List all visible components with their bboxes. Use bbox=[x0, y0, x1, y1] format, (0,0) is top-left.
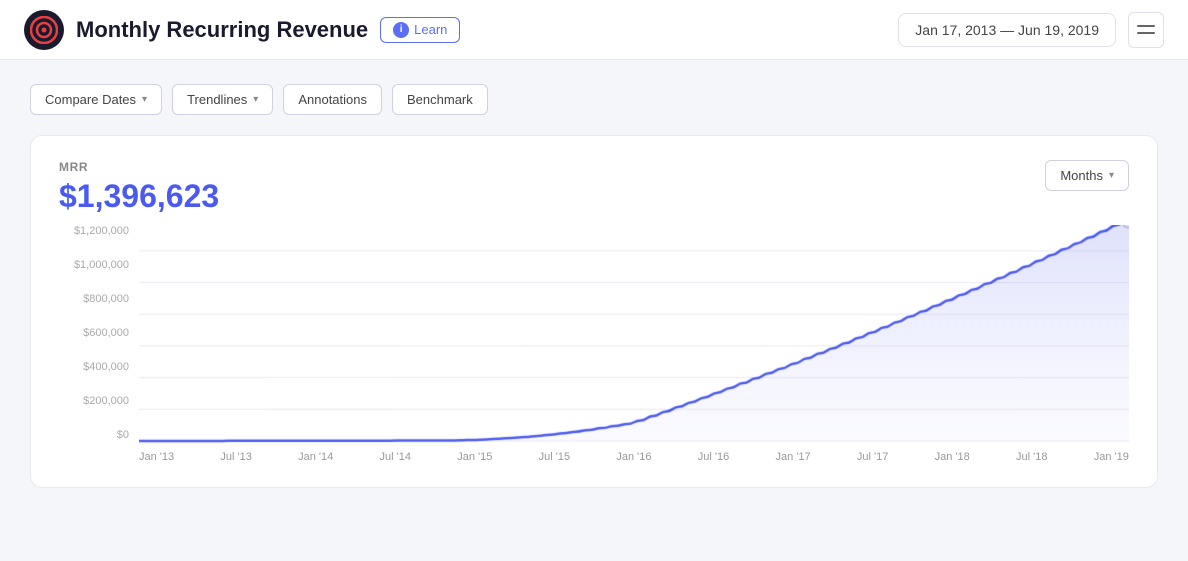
x-label-3: Jul '14 bbox=[380, 451, 411, 463]
trendlines-label: Trendlines bbox=[187, 92, 247, 107]
y-label-6: $0 bbox=[59, 429, 129, 441]
logo bbox=[24, 10, 64, 50]
header-right: Jan 17, 2013 — Jun 19, 2019 bbox=[898, 12, 1164, 48]
y-label-4: $400,000 bbox=[59, 361, 129, 373]
chart-card: MRR $1,396,623 Months ▾ $1,200,000 $1,00… bbox=[30, 135, 1158, 488]
page-title: Monthly Recurring Revenue bbox=[76, 17, 368, 43]
y-label-0: $1,200,000 bbox=[59, 225, 129, 237]
chart-header: MRR $1,396,623 Months ▾ bbox=[59, 160, 1129, 215]
x-label-10: Jan '18 bbox=[935, 451, 970, 463]
chevron-down-icon-2: ▾ bbox=[253, 94, 258, 105]
info-icon: i bbox=[393, 22, 409, 38]
x-label-11: Jul '18 bbox=[1016, 451, 1047, 463]
x-label-12: Jan '19 bbox=[1094, 451, 1129, 463]
granularity-label: Months bbox=[1060, 168, 1103, 183]
toolbar: Compare Dates ▾ Trendlines ▾ Annotations… bbox=[30, 84, 1158, 115]
learn-label: Learn bbox=[414, 22, 447, 37]
header-left: Monthly Recurring Revenue i Learn bbox=[24, 10, 460, 50]
granularity-select[interactable]: Months ▾ bbox=[1045, 160, 1129, 191]
benchmark-label: Benchmark bbox=[407, 92, 473, 107]
y-label-2: $800,000 bbox=[59, 293, 129, 305]
x-label-6: Jan '16 bbox=[616, 451, 651, 463]
compare-dates-button[interactable]: Compare Dates ▾ bbox=[30, 84, 162, 115]
menu-button[interactable] bbox=[1128, 12, 1164, 48]
x-label-5: Jul '15 bbox=[539, 451, 570, 463]
trendlines-button[interactable]: Trendlines ▾ bbox=[172, 84, 273, 115]
date-range[interactable]: Jan 17, 2013 — Jun 19, 2019 bbox=[898, 13, 1116, 47]
y-label-3: $600,000 bbox=[59, 327, 129, 339]
y-axis: $1,200,000 $1,000,000 $800,000 $600,000 … bbox=[59, 225, 139, 445]
x-label-8: Jan '17 bbox=[776, 451, 811, 463]
main-content: Compare Dates ▾ Trendlines ▾ Annotations… bbox=[0, 60, 1188, 512]
x-label-4: Jan '15 bbox=[457, 451, 492, 463]
learn-button[interactable]: i Learn bbox=[380, 17, 460, 43]
compare-dates-label: Compare Dates bbox=[45, 92, 136, 107]
chevron-down-icon-3: ▾ bbox=[1109, 170, 1114, 181]
mrr-chart bbox=[139, 225, 1129, 445]
y-label-1: $1,000,000 bbox=[59, 259, 129, 271]
x-axis: Jan '13 Jul '13 Jan '14 Jul '14 Jan '15 … bbox=[139, 451, 1129, 463]
chart-canvas-container bbox=[139, 225, 1129, 445]
metric-value: $1,396,623 bbox=[59, 178, 219, 215]
x-label-1: Jul '13 bbox=[220, 451, 251, 463]
benchmark-button[interactable]: Benchmark bbox=[392, 84, 488, 115]
x-label-9: Jul '17 bbox=[857, 451, 888, 463]
annotations-label: Annotations bbox=[298, 92, 367, 107]
metric-section: MRR $1,396,623 bbox=[59, 160, 219, 215]
menu-line-2 bbox=[1137, 32, 1155, 34]
menu-line-1 bbox=[1137, 25, 1155, 27]
annotations-button[interactable]: Annotations bbox=[283, 84, 382, 115]
metric-label: MRR bbox=[59, 160, 219, 174]
x-label-7: Jul '16 bbox=[698, 451, 729, 463]
chevron-down-icon: ▾ bbox=[142, 94, 147, 105]
y-label-5: $200,000 bbox=[59, 395, 129, 407]
app-header: Monthly Recurring Revenue i Learn Jan 17… bbox=[0, 0, 1188, 60]
x-label-2: Jan '14 bbox=[298, 451, 333, 463]
x-label-0: Jan '13 bbox=[139, 451, 174, 463]
chart-area: $1,200,000 $1,000,000 $800,000 $600,000 … bbox=[59, 225, 1129, 463]
